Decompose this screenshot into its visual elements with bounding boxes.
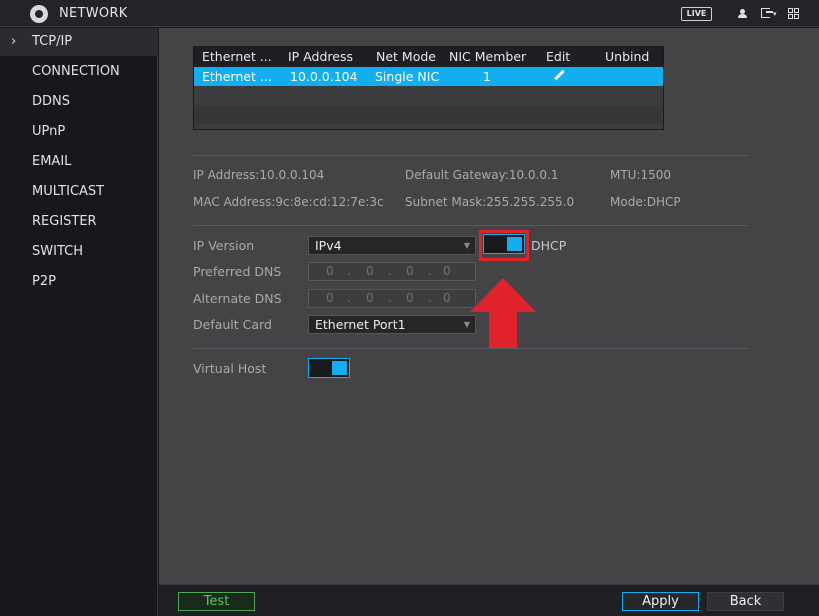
- column-header-edit: Edit: [546, 49, 571, 64]
- column-header-net-mode: Net Mode: [376, 49, 436, 64]
- ip-version-select[interactable]: IPv4 ▼: [308, 236, 476, 255]
- column-header-nic-member: NIC Member: [449, 49, 527, 64]
- chevron-right-icon: ›: [11, 34, 17, 49]
- divider: [193, 155, 748, 156]
- ip-version-label: IP Version: [193, 238, 255, 253]
- cell-nic-member: 1: [483, 69, 491, 84]
- sidebar-item-p2p[interactable]: P2P: [0, 268, 158, 296]
- top-bar: NETWORK LIVE ▾: [0, 0, 819, 27]
- network-card-table: Ethernet ... IP Address Net Mode NIC Mem…: [193, 46, 664, 130]
- mtu-info: MTU:1500: [610, 168, 672, 182]
- sidebar-item-label: UPnP: [32, 124, 66, 139]
- user-icon[interactable]: [738, 9, 747, 18]
- sidebar-item-label: EMAIL: [32, 154, 72, 169]
- cell-ip-address: 10.0.0.104: [290, 69, 358, 84]
- sidebar-item-label: P2P: [32, 274, 56, 289]
- mode-info: Mode:DHCP: [610, 195, 681, 209]
- sidebar-item-upnp[interactable]: UPnP: [0, 118, 158, 146]
- table-row[interactable]: Ethernet ... 10.0.0.104 Single NIC 1: [194, 67, 663, 86]
- footer-bar: Test Apply Back: [159, 584, 819, 616]
- preferred-dns-label: Preferred DNS: [193, 264, 282, 279]
- cell-ethernet: Ethernet ...: [202, 69, 272, 84]
- sidebar-item-multicast[interactable]: MULTICAST: [0, 178, 158, 206]
- cell-net-mode: Single NIC: [375, 69, 440, 84]
- virtual-host-label: Virtual Host: [193, 361, 267, 376]
- table-row-empty: [194, 86, 663, 105]
- red-arrow-up-icon: [470, 278, 536, 348]
- sidebar-item-label: DDNS: [32, 94, 70, 109]
- subnet-mask-info: Subnet Mask:255.255.255.0: [405, 195, 575, 209]
- grid-menu-icon[interactable]: [788, 8, 799, 19]
- toggle-knob: [332, 361, 347, 375]
- network-logo-icon: [30, 5, 48, 23]
- main-panel: Ethernet ... IP Address Net Mode NIC Mem…: [159, 28, 819, 584]
- sidebar-item-label: CONNECTION: [32, 64, 120, 79]
- sidebar-item-label: SWITCH: [32, 244, 83, 259]
- table-header: Ethernet ... IP Address Net Mode NIC Mem…: [194, 47, 663, 67]
- back-button[interactable]: Back: [707, 592, 784, 611]
- default-gateway-info: Default Gateway:10.0.0.1: [405, 168, 559, 182]
- column-header-ethernet: Ethernet ...: [202, 49, 272, 64]
- logout-icon[interactable]: [761, 8, 773, 18]
- sidebar-item-label: REGISTER: [32, 214, 97, 229]
- virtual-host-toggle[interactable]: [308, 358, 350, 378]
- sidebar: › TCP/IP CONNECTION DDNS UPnP EMAIL MULT…: [0, 28, 158, 616]
- sidebar-item-ddns[interactable]: DDNS: [0, 88, 158, 116]
- toggle-track: [311, 361, 331, 375]
- chevron-down-icon: ▼: [463, 241, 470, 250]
- sidebar-item-label: TCP/IP: [32, 34, 73, 49]
- alternate-dns-input[interactable]: 0 . 0 . 0 . 0: [308, 289, 476, 308]
- pencil-icon[interactable]: [553, 70, 565, 82]
- sidebar-item-email[interactable]: EMAIL: [0, 148, 158, 176]
- highlight-box: [479, 230, 529, 261]
- sidebar-item-switch[interactable]: SWITCH: [0, 238, 158, 266]
- mac-address-info: MAC Address:9c:8e:cd:12:7e:3c: [193, 195, 384, 209]
- default-card-select[interactable]: Ethernet Port1 ▼: [308, 315, 476, 334]
- sidebar-item-tcp-ip[interactable]: › TCP/IP: [0, 28, 158, 56]
- column-header-ip-address: IP Address: [288, 49, 353, 64]
- live-button[interactable]: LIVE: [681, 7, 712, 21]
- preferred-dns-input[interactable]: 0 . 0 . 0 . 0: [308, 262, 476, 281]
- alternate-dns-label: Alternate DNS: [193, 291, 282, 306]
- ip-version-value: IPv4: [315, 238, 342, 253]
- table-row-empty: [194, 105, 663, 124]
- sidebar-item-register[interactable]: REGISTER: [0, 208, 158, 236]
- sidebar-item-label: MULTICAST: [32, 184, 105, 199]
- dhcp-label: DHCP: [531, 238, 567, 253]
- default-card-value: Ethernet Port1: [315, 317, 406, 332]
- sidebar-item-connection[interactable]: CONNECTION: [0, 58, 158, 86]
- page-title: NETWORK: [59, 6, 128, 21]
- divider: [193, 348, 748, 349]
- chevron-down-icon[interactable]: ▾: [773, 10, 777, 18]
- divider: [193, 225, 748, 226]
- test-button[interactable]: Test: [178, 592, 255, 611]
- table-row-empty: [194, 124, 663, 129]
- column-header-unbind: Unbind: [605, 49, 650, 64]
- ip-address-info: IP Address:10.0.0.104: [193, 168, 325, 182]
- apply-button[interactable]: Apply: [622, 592, 699, 611]
- default-card-label: Default Card: [193, 317, 272, 332]
